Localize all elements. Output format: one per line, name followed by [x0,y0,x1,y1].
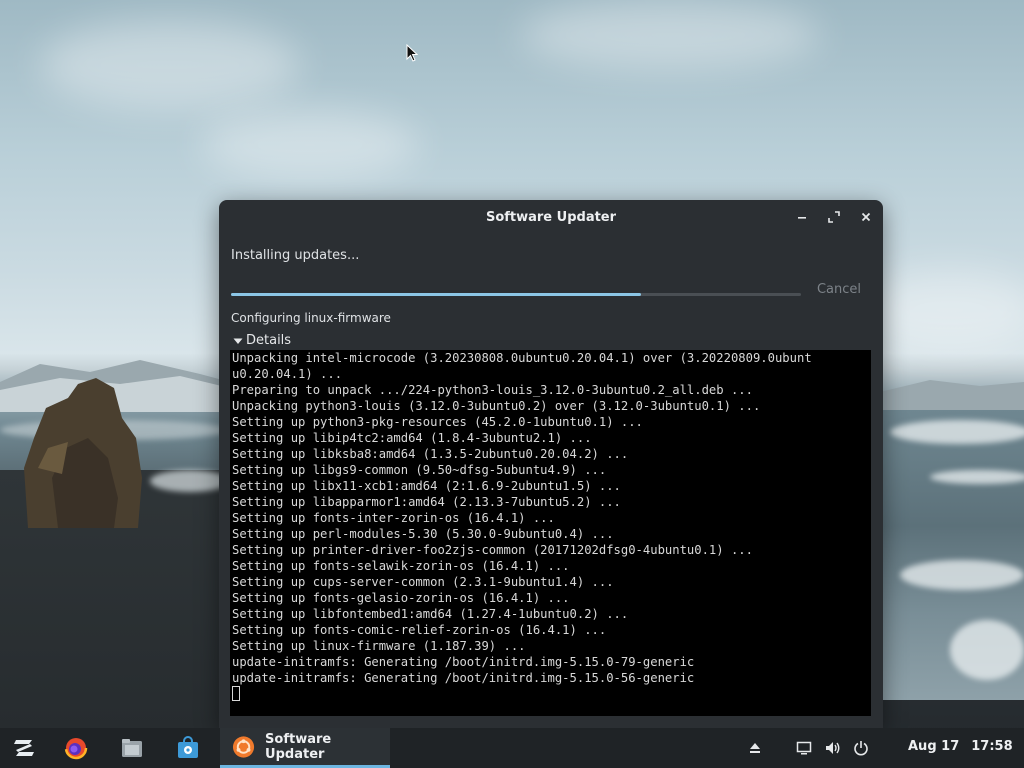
firefox-icon [64,736,88,760]
wallpaper-foam [900,560,1024,590]
clock-date: Aug 17 [908,739,960,754]
terminal-line: Setting up libapparmor1:amd64 (2.13.3-7u… [232,495,621,509]
taskbar-app-label: Software Updater [265,731,332,762]
terminal-line: Unpacking python3-louis (3.12.0-3ubuntu0… [232,399,761,413]
mouse-pointer [406,44,418,62]
cancel-button[interactable]: Cancel [801,278,877,300]
window-titlebar[interactable]: Software Updater [219,200,883,234]
terminal-line: Setting up fonts-gelasio-zorin-os (16.4.… [232,591,570,605]
close-button[interactable] [857,208,875,226]
software-updater-window: Software Updater Installing updates... C… [219,200,883,728]
progress-bar-fill [231,293,642,296]
zorin-menu-button[interactable] [12,736,36,760]
clock-time: 17:58 [971,739,1013,754]
wallpaper-foam [930,470,1024,484]
volume-button[interactable] [824,739,842,757]
terminal-line: Setting up linux-firmware (1.187.39) ... [232,639,526,653]
software-updater-icon [232,735,255,758]
wallpaper-cloud [860,270,1024,350]
wallpaper-foam [150,470,230,492]
terminal-line: Setting up libgs9-common (9.50~dfsg-5ubu… [232,463,607,477]
wallpaper-cloud [40,20,300,110]
power-button[interactable] [852,739,870,757]
eject-button[interactable] [746,739,764,757]
terminal-line: Setting up printer-driver-foo2zjs-common… [232,543,753,557]
window-title: Software Updater [485,209,617,225]
display-button[interactable] [795,739,813,757]
wallpaper-foam [890,420,1024,444]
terminal-line: Setting up perl-modules-5.30 (5.30.0-9ub… [232,527,614,541]
terminal-line: update-initramfs: Generating /boot/initr… [232,655,695,669]
volume-icon [826,742,840,754]
terminal-line: Setting up fonts-comic-relief-zorin-os (… [232,623,607,637]
wallpaper-rock [24,378,142,528]
triangle-down-icon [233,338,243,344]
terminal-line: Setting up fonts-inter-zorin-os (16.4.1)… [232,511,555,525]
terminal-line: Preparing to unpack .../224-python3-loui… [232,383,753,397]
display-icon [796,741,812,755]
software-store-launcher[interactable] [176,736,200,760]
terminal-line: update-initramfs: Generating /boot/initr… [232,671,695,685]
clock[interactable]: Aug 17 17:58 [908,739,1013,754]
files-launcher[interactable] [120,736,144,760]
details-expander[interactable]: Details [233,333,291,348]
taskbar: Software Updater Aug 17 17:58 [0,728,1024,768]
zorin-logo-icon [14,740,34,756]
software-store-icon [178,736,198,758]
terminal-line: Setting up libfontembed1:amd64 (1.27.4-1… [232,607,629,621]
terminal-output[interactable]: Unpacking intel-microcode (3.20230808.0u… [230,350,871,716]
terminal-cursor [232,686,240,701]
terminal-line: Setting up fonts-selawik-zorin-os (16.4.… [232,559,570,573]
eject-icon [750,743,760,753]
terminal-line: Setting up libx11-xcb1:amd64 (2:1.6.9-2u… [232,479,621,493]
wallpaper-cloud [200,110,420,180]
details-label: Details [246,333,292,348]
current-step-text: Configuring linux-firmware [231,311,391,325]
firefox-launcher[interactable] [64,736,88,760]
terminal-line: Setting up libksba8:amd64 (1.3.5-2ubuntu… [232,447,629,461]
maximize-icon [828,211,840,223]
terminal-prompt-line [230,686,871,702]
close-icon [861,212,871,222]
taskbar-active-app[interactable]: Software Updater [220,728,390,768]
desktop: Software Updater Installing updates... C… [0,0,1024,768]
progress-bar [231,293,801,296]
maximize-button[interactable] [825,208,843,226]
terminal-line: Setting up python3-pkg-resources (45.2.0… [232,415,643,429]
terminal-line: u0.20.04.1) ... [232,367,343,381]
terminal-text: Unpacking intel-microcode (3.20230808.0u… [230,350,871,686]
terminal-line: Unpacking intel-microcode (3.20230808.0u… [232,351,812,365]
wallpaper-cloud [520,0,820,70]
minimize-icon [798,217,806,219]
terminal-line: Setting up cups-server-common (2.3.1-9ub… [232,575,614,589]
power-icon [854,741,868,756]
install-status-text: Installing updates... [231,248,360,263]
terminal-line: Setting up libip4tc2:amd64 (1.8.4-3ubunt… [232,431,592,445]
minimize-button[interactable] [793,208,811,226]
wallpaper-foam [950,620,1024,680]
folder-icon [122,739,142,757]
